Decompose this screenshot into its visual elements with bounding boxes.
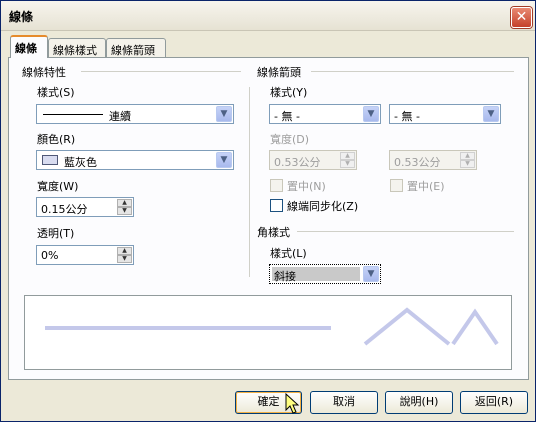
start-arrow-value: - 無 - xyxy=(274,110,300,123)
tab-arrow-styles[interactable]: 線條箭頭 xyxy=(106,38,166,58)
line-sample xyxy=(43,114,103,115)
arrow-styles-heading: 線條箭頭 xyxy=(257,64,305,80)
transparency-field[interactable]: 0% ▲ ▼ xyxy=(36,245,134,265)
help-button[interactable]: 說明(H) xyxy=(385,391,453,414)
center-start-label: 置中(N) xyxy=(287,180,326,193)
sync-ends-checkbox[interactable] xyxy=(270,199,283,212)
width-label: 寬度(W) xyxy=(37,180,79,193)
end-arrow-width-value: 0.53公分 xyxy=(394,156,441,169)
line-width-value: 0.15公分 xyxy=(41,203,88,216)
center-end-checkbox[interactable] xyxy=(390,179,403,192)
spinner[interactable]: ▲ ▼ xyxy=(340,152,355,168)
line-preview xyxy=(24,295,512,370)
chevron-down-icon[interactable]: ▼ xyxy=(216,152,232,168)
line-style-select[interactable]: 連續 ▼ xyxy=(36,104,234,124)
sync-ends-label: 線端同步化(Z) xyxy=(287,200,359,213)
arrow-style-label: 樣式(Y) xyxy=(270,86,308,99)
tab-line[interactable]: 線條 xyxy=(10,35,48,58)
spin-up-icon[interactable]: ▲ xyxy=(460,152,475,160)
arrow-width-label: 寬度(D) xyxy=(270,133,310,146)
spinner[interactable]: ▲ ▼ xyxy=(117,199,132,215)
divider xyxy=(297,231,514,232)
color-label: 顏色(R) xyxy=(37,133,76,146)
line-dialog: 線條 ✕ 線條 線條樣式 線條箭頭 線條特性 樣式(S) 連續 ▼ 顏色(R) … xyxy=(0,0,536,422)
end-arrow-value: - 無 - xyxy=(394,110,420,123)
divider xyxy=(81,71,241,72)
line-width-field[interactable]: 0.15公分 ▲ ▼ xyxy=(36,197,134,217)
line-color-value: 藍灰色 xyxy=(64,156,97,169)
spin-down-icon[interactable]: ▼ xyxy=(460,160,475,168)
transparency-label: 透明(T) xyxy=(37,227,75,240)
divider xyxy=(311,71,514,72)
chevron-down-icon[interactable]: ▼ xyxy=(483,106,499,122)
cancel-button[interactable]: 取消 xyxy=(310,391,378,414)
line-properties-heading: 線條特性 xyxy=(22,64,70,80)
corner-style-label: 樣式(L) xyxy=(270,247,307,260)
start-arrow-width-field[interactable]: 0.53公分 ▲ ▼ xyxy=(269,150,357,170)
start-arrow-select[interactable]: - 無 - ▼ xyxy=(269,104,381,124)
line-style-value: 連續 xyxy=(109,110,131,123)
tab-line-styles[interactable]: 線條樣式 xyxy=(48,38,106,58)
center-start-checkbox[interactable] xyxy=(270,179,283,192)
line-color-select[interactable]: 藍灰色 ▼ xyxy=(36,150,234,170)
corner-style-value: 斜接 xyxy=(274,270,296,283)
dialog-title: 線條 xyxy=(9,10,34,24)
end-arrow-select[interactable]: - 無 - ▼ xyxy=(389,104,501,124)
spin-up-icon[interactable]: ▲ xyxy=(117,247,132,255)
style-label: 樣式(S) xyxy=(37,86,75,99)
spin-down-icon[interactable]: ▼ xyxy=(117,255,132,263)
color-swatch xyxy=(42,155,58,165)
chevron-down-icon[interactable]: ▼ xyxy=(216,106,232,122)
transparency-value: 0% xyxy=(41,249,59,262)
chevron-down-icon[interactable]: ▼ xyxy=(363,266,379,282)
spinner[interactable]: ▲ ▼ xyxy=(460,152,475,168)
spin-down-icon[interactable]: ▼ xyxy=(117,207,132,215)
reset-button[interactable]: 返回(R) xyxy=(460,391,528,414)
corner-style-select[interactable]: 斜接 ▼ xyxy=(269,264,381,284)
mouse-cursor-icon xyxy=(285,393,300,414)
corner-style-heading: 角樣式 xyxy=(257,224,294,240)
section-separator xyxy=(249,87,250,277)
chevron-down-icon[interactable]: ▼ xyxy=(363,106,379,122)
spinner[interactable]: ▲ ▼ xyxy=(117,247,132,263)
title-bar: 線條 ✕ xyxy=(1,1,535,31)
close-button[interactable]: ✕ xyxy=(511,7,532,28)
end-arrow-width-field[interactable]: 0.53公分 ▲ ▼ xyxy=(389,150,477,170)
preview-corner-partial xyxy=(451,308,499,346)
preview-graphic xyxy=(45,307,499,346)
start-arrow-width-value: 0.53公分 xyxy=(274,156,321,169)
spin-up-icon[interactable]: ▲ xyxy=(117,199,132,207)
center-end-label: 置中(E) xyxy=(407,180,445,193)
preview-corner xyxy=(363,307,451,346)
spin-up-icon[interactable]: ▲ xyxy=(340,152,355,160)
spin-down-icon[interactable]: ▼ xyxy=(340,160,355,168)
